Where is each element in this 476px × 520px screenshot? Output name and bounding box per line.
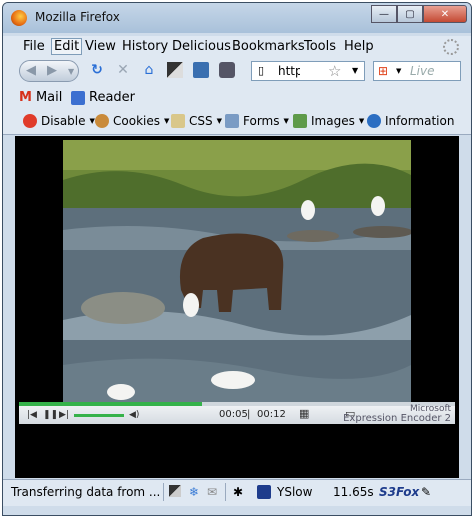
stop-icon[interactable]: ✕	[115, 62, 131, 78]
edit-icon[interactable]: ✎	[421, 485, 431, 499]
dev-information[interactable]: Information	[367, 114, 454, 128]
menu-file[interactable]: File	[23, 39, 45, 54]
chapters-icon[interactable]: ▦	[299, 407, 309, 420]
cookies-icon	[95, 114, 109, 128]
menu-bookmarks[interactable]: Bookmarks	[232, 39, 305, 54]
encoder-brand: Microsoft Expression Encoder 2	[343, 405, 451, 424]
menu-history[interactable]: History	[122, 39, 168, 54]
history-dropdown-icon[interactable]: ▼	[68, 67, 74, 76]
maximize-button[interactable]: ▢	[397, 5, 423, 23]
bookmark-mail-label: Mail	[35, 90, 63, 105]
previous-icon[interactable]: |◀	[27, 410, 37, 420]
dev-disable[interactable]: Disable ▼	[23, 114, 95, 128]
url-bar[interactable]: ▯ http://l ☆ ▼	[251, 61, 365, 81]
menu-delicious[interactable]: Delicious	[172, 39, 231, 54]
dev-cookies[interactable]: Cookies ▼	[95, 114, 169, 128]
information-icon	[367, 114, 381, 128]
video-picture	[63, 140, 411, 402]
firebug-icon[interactable]: ✱	[233, 485, 243, 499]
browser-window: Mozilla Firefox — ▢ ✕ File Edit View His…	[2, 2, 472, 516]
css-icon	[171, 114, 185, 128]
dev-css[interactable]: CSS ▼	[171, 114, 222, 128]
load-time: 11.65s	[333, 485, 374, 499]
bookmark-reader-label: Reader	[89, 90, 136, 105]
throbber-icon	[443, 39, 459, 55]
close-button[interactable]: ✕	[423, 5, 467, 23]
volume-slider[interactable]	[74, 414, 125, 417]
search-placeholder: Live	[410, 64, 435, 78]
url-text[interactable]: http://l	[278, 64, 300, 78]
print-icon[interactable]	[219, 62, 235, 78]
screengrab-status-icon[interactable]	[169, 485, 181, 497]
web-developer-toolbar: Disable ▼ Cookies ▼ CSS ▼ Forms ▼ Images ▼ In…	[3, 110, 471, 135]
status-bar: Transferring data from ... ❄ ✉ ✱ YSlow 1…	[3, 479, 471, 506]
menu-edit[interactable]: Edit	[51, 38, 83, 55]
back-forward-buttons: ◀ ▶ ▼	[19, 60, 79, 82]
disable-icon	[23, 114, 37, 128]
video-frame[interactable]	[63, 140, 411, 402]
brand-text: Expression Encoder 2	[343, 413, 451, 424]
title-bar: Mozilla Firefox — ▢ ✕	[3, 3, 471, 33]
screengrab-icon[interactable]	[167, 62, 183, 78]
status-text: Transferring data from ...	[11, 485, 161, 499]
bookmarks-toolbar: M Mail Reader	[3, 86, 471, 110]
sidebar-icon[interactable]	[193, 62, 209, 78]
images-icon	[293, 114, 307, 128]
yslow-label[interactable]: YSlow	[277, 485, 312, 499]
bookmark-mail[interactable]: M Mail	[19, 90, 62, 105]
dev-information-label: Information	[385, 114, 455, 128]
dev-forms-label: Forms	[243, 114, 280, 128]
speaker-icon[interactable]: ◀)	[129, 410, 139, 420]
url-dropdown-icon[interactable]: ▼	[352, 66, 358, 75]
dev-images-label: Images	[311, 114, 355, 128]
rss-icon	[71, 90, 85, 105]
search-engine-dropdown-icon[interactable]: ▼	[396, 67, 401, 75]
reload-icon[interactable]: ↻	[89, 62, 105, 78]
forward-arrow-icon[interactable]: ▶	[47, 63, 57, 78]
seek-bar-fill	[19, 402, 203, 406]
menu-view[interactable]: View	[85, 39, 116, 54]
dev-cookies-label: Cookies	[113, 114, 160, 128]
forms-icon	[225, 114, 239, 128]
window-title: Mozilla Firefox	[35, 10, 120, 24]
video-controls: |◀ ❚❚ ▶| ◀) 00:05 | 00:12 ▦ ▭ Microsoft …	[19, 402, 455, 424]
search-box[interactable]: ⊞ ▼ Live	[373, 61, 461, 81]
dev-images[interactable]: Images ▼	[293, 114, 364, 128]
back-arrow-icon[interactable]: ◀	[26, 63, 36, 78]
bookmark-reader[interactable]: Reader	[71, 90, 135, 105]
yslow-icon[interactable]	[257, 485, 271, 499]
elapsed-time: 00:05	[219, 409, 248, 420]
menu-tools[interactable]: Tools	[304, 39, 336, 54]
snowflake-icon[interactable]: ❄	[189, 485, 199, 499]
windows-live-icon[interactable]: ⊞	[378, 64, 388, 78]
pause-icon[interactable]: ❚❚	[43, 410, 58, 420]
menu-bar: File Edit View History Delicious Bookmar…	[3, 36, 471, 58]
s3fox-button[interactable]: S3Fox	[379, 485, 419, 499]
mail-icon[interactable]: ✉	[207, 485, 217, 499]
navigation-toolbar: ◀ ▶ ▼ ↻ ✕ ⌂ ▯ http://l ☆ ▼ ⊞ ▼ Live	[3, 58, 471, 86]
next-icon[interactable]: ▶|	[59, 410, 69, 420]
status-separator	[225, 483, 226, 501]
dev-disable-label: Disable	[41, 114, 86, 128]
dev-forms[interactable]: Forms ▼	[225, 114, 289, 128]
time-separator: |	[247, 409, 251, 420]
minimize-button[interactable]: —	[371, 5, 397, 23]
status-separator	[163, 483, 164, 501]
home-icon[interactable]: ⌂	[141, 62, 157, 78]
menu-help[interactable]: Help	[344, 39, 374, 54]
gmail-icon: M	[19, 90, 32, 105]
bookmark-star-icon[interactable]: ☆	[328, 62, 341, 80]
page-icon: ▯	[258, 64, 265, 77]
dev-css-label: CSS	[189, 114, 213, 128]
duration-time: 00:12	[257, 409, 286, 420]
page-content: |◀ ❚❚ ▶| ◀) 00:05 | 00:12 ▦ ▭ Microsoft …	[15, 136, 459, 478]
firefox-icon	[11, 10, 27, 26]
